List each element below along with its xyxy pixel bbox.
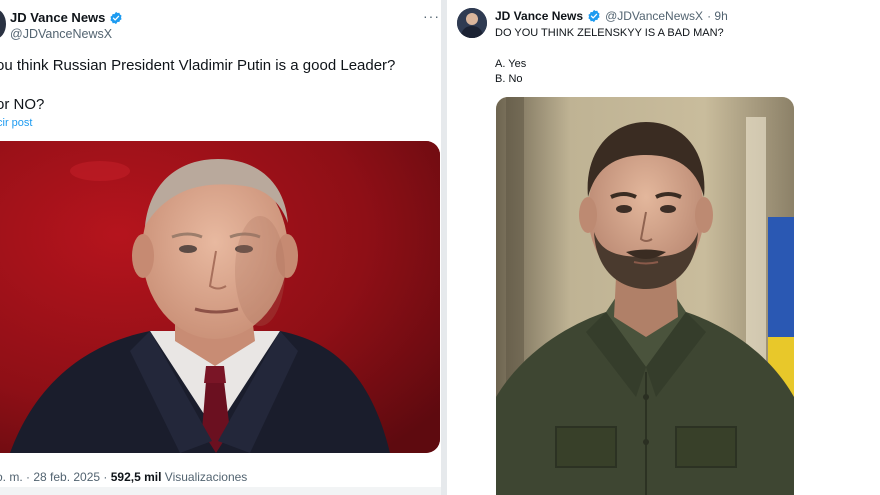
- author-handle[interactable]: @JDVanceNewsX: [10, 27, 112, 41]
- bottom-bar: [0, 487, 441, 495]
- left-tweet: JD Vance News @JDVanceNewsX ··· ou think…: [0, 0, 441, 495]
- tweet-text-line2: or NO?: [0, 96, 45, 113]
- tweet-image[interactable]: [496, 97, 794, 495]
- right-tweet: JD Vance News @JDVanceNewsX · 9h DO YOU …: [447, 0, 880, 495]
- author-handle[interactable]: @JDVanceNewsX: [605, 9, 703, 23]
- option-a: A. Yes: [495, 58, 527, 70]
- author-name[interactable]: JD Vance News: [495, 9, 583, 23]
- author-avatar[interactable]: [457, 8, 487, 38]
- author-name-row[interactable]: JD Vance News: [10, 10, 123, 25]
- tweet-image[interactable]: [0, 141, 440, 453]
- option-b: B. No: [495, 73, 523, 85]
- translate-post-link[interactable]: cir post: [0, 117, 32, 129]
- verified-badge-icon: [588, 9, 600, 23]
- timestamp[interactable]: o. m. · 28 feb. 2025 ·: [0, 470, 107, 484]
- author-name[interactable]: JD Vance News: [10, 10, 105, 25]
- more-options-icon[interactable]: ···: [423, 8, 440, 24]
- zelensky-portrait-image: [496, 97, 794, 495]
- tweet-metadata: o. m. · 28 feb. 2025 · 592,5 mil Visuali…: [0, 470, 247, 484]
- post-time[interactable]: · 9h: [707, 9, 728, 23]
- author-avatar[interactable]: [0, 9, 6, 39]
- tweet-question: DO YOU THINK ZELENSKYY IS A BAD MAN?: [495, 27, 724, 39]
- views-count: 592,5 mil: [110, 470, 162, 484]
- avatar-image: [457, 8, 487, 38]
- putin-portrait-image: [0, 141, 440, 453]
- verified-badge-icon: [110, 11, 122, 24]
- views-label: Visualizaciones: [164, 470, 248, 484]
- author-header: JD Vance News @JDVanceNewsX · 9h: [495, 9, 728, 23]
- tweet-text-line1: ou think Russian President Vladimir Puti…: [0, 57, 396, 74]
